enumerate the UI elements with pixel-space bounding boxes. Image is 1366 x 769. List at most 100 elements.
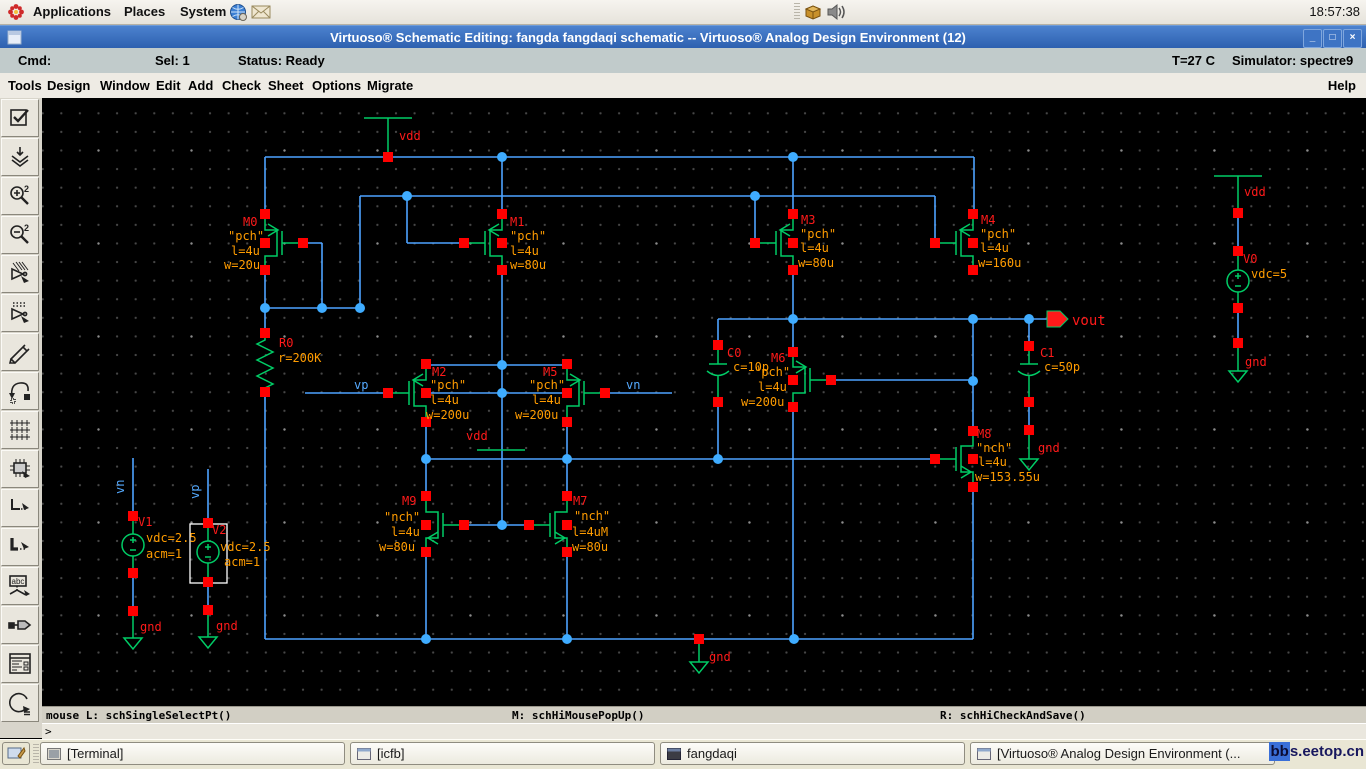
schematic-canvas[interactable]: vdd vdd vdd gnd gnd gnd gnd gnd vp vn vn… [42, 98, 1366, 706]
gnd-symbol-rail [689, 639, 709, 674]
svg-text:acm=1: acm=1 [146, 547, 182, 561]
cmd-options-icon [8, 692, 30, 716]
svg-text:c=10p: c=10p [733, 360, 769, 374]
net-label-gnd: gnd [140, 620, 162, 634]
zoom-out-2x-button[interactable]: 2 [1, 216, 39, 254]
simulator-label: Simulator: spectre [1232, 53, 1347, 68]
taskbar: [Terminal] [icfb] fangdaqi [Virtuoso® An… [0, 739, 1366, 769]
gnd-symbol-v2 [198, 610, 218, 649]
wire-name-button[interactable]: abc [1, 567, 39, 605]
taskbar-grip[interactable] [33, 744, 39, 765]
menu-tools[interactable]: Tools [8, 73, 42, 98]
menu-window[interactable]: Window [100, 73, 150, 98]
transistor-M6 [792, 350, 832, 408]
task-fangdaqi[interactable]: fangdaqi [660, 742, 965, 765]
svg-text:V2: V2 [212, 523, 226, 537]
save-button[interactable] [1, 138, 39, 176]
svg-text:w=200u: w=200u [426, 408, 469, 422]
svg-text:M8: M8 [977, 427, 991, 441]
menu-applications[interactable]: Applications [27, 0, 117, 24]
svg-text:l=4u: l=4u [510, 244, 539, 258]
menu-places[interactable]: Places [118, 0, 171, 24]
menu-migrate[interactable]: Migrate [367, 73, 413, 98]
menu-help[interactable]: Help [1328, 73, 1356, 98]
resistor-R0 [255, 333, 275, 392]
svg-text:M4: M4 [981, 213, 995, 227]
window-titlebar[interactable]: Virtuoso® Schematic Editing: fangda fang… [0, 25, 1366, 49]
zoom-out-2x-icon: 2 [10, 223, 29, 244]
svg-text:acm=1: acm=1 [224, 555, 260, 569]
instance-icon [10, 459, 30, 478]
window-icon [977, 747, 991, 760]
vout-port[interactable] [1046, 310, 1069, 328]
svg-text:C0: C0 [727, 346, 741, 360]
svg-text:abc: abc [12, 577, 25, 586]
cli-prompt-line[interactable]: > [42, 723, 1366, 740]
svg-text:vdc=5: vdc=5 [1251, 267, 1287, 281]
net-label-vdd: vdd [399, 129, 421, 143]
task-terminal[interactable]: [Terminal] [40, 742, 345, 765]
property-button[interactable] [1, 645, 39, 683]
svg-text:"pch": "pch" [228, 229, 264, 243]
junction-dots [260, 152, 1034, 644]
cmd-label: Cmd: [18, 53, 52, 68]
show-desktop-button[interactable] [2, 742, 30, 765]
minimize-button[interactable]: _ [1303, 29, 1322, 48]
svg-text:M5: M5 [543, 365, 557, 379]
stretch-button[interactable] [1, 255, 39, 293]
menu-check[interactable]: Check [222, 73, 261, 98]
instance-button[interactable] [1, 450, 39, 488]
svg-text:M2: M2 [432, 365, 446, 379]
copy-icon [11, 302, 29, 323]
wire-button[interactable] [1, 489, 39, 527]
terminal-icon [47, 747, 61, 760]
capacitor-C0 [706, 345, 730, 402]
wires[interactable] [132, 156, 1239, 640]
distro-logo-icon[interactable] [7, 3, 25, 21]
clock[interactable]: 18:57:38 [1309, 0, 1360, 24]
package-update-icon[interactable] [804, 3, 822, 21]
delete-button[interactable] [1, 333, 39, 371]
devices[interactable] [121, 117, 1263, 674]
menu-sheet[interactable]: Sheet [268, 73, 303, 98]
menu-system[interactable]: System [174, 0, 232, 24]
sel-count: Sel: 1 [155, 53, 190, 68]
transistor-M4 [934, 213, 974, 271]
hierarchy-button[interactable] [1, 411, 39, 449]
status-ready: Status: Ready [238, 53, 325, 68]
close-button[interactable]: × [1343, 29, 1362, 48]
net-label-vp: vp [354, 378, 368, 392]
transistor-M9 [425, 495, 465, 553]
svg-text:M7: M7 [573, 494, 587, 508]
svg-text:"pch": "pch" [980, 227, 1016, 241]
task-virtuoso-ade[interactable]: [Virtuoso® Analog Design Environment (..… [970, 742, 1275, 765]
svg-text:w=200u: w=200u [741, 395, 784, 409]
schematic-drawing[interactable]: vdd vdd vdd gnd gnd gnd gnd gnd vp vn vn… [42, 98, 1366, 706]
web-browser-icon[interactable] [229, 3, 248, 22]
mail-icon[interactable] [251, 4, 271, 20]
panel-grip[interactable] [794, 3, 800, 21]
menu-edit[interactable]: Edit [156, 73, 181, 98]
pin-button[interactable] [1, 606, 39, 644]
svg-text:2: 2 [24, 184, 29, 194]
zoom-in-2x-button[interactable]: 2 [1, 177, 39, 215]
svg-text:w=80u: w=80u [798, 256, 834, 270]
task-icfb[interactable]: [icfb] [350, 742, 655, 765]
wide-wire-button[interactable] [1, 528, 39, 566]
copy-button[interactable] [1, 294, 39, 332]
undo-button[interactable] [1, 372, 39, 410]
cmd-options-button[interactable] [1, 684, 39, 722]
svg-text:r=200K: r=200K [278, 351, 322, 365]
svg-text:vdc=2.5: vdc=2.5 [146, 531, 197, 545]
menu-add[interactable]: Add [188, 73, 213, 98]
menu-options[interactable]: Options [312, 73, 361, 98]
check-and-save-button[interactable] [1, 99, 39, 137]
window-title: Virtuoso® Schematic Editing: fangda fang… [330, 30, 966, 45]
volume-icon[interactable] [826, 3, 848, 21]
menu-design[interactable]: Design [47, 73, 90, 98]
maximize-button[interactable]: □ [1323, 29, 1342, 48]
svg-text:c=50p: c=50p [1044, 360, 1080, 374]
net-label-vp-rot: vp [188, 485, 202, 499]
check-and-save-icon [10, 109, 29, 126]
svg-text:l=4uM: l=4uM [572, 525, 608, 539]
